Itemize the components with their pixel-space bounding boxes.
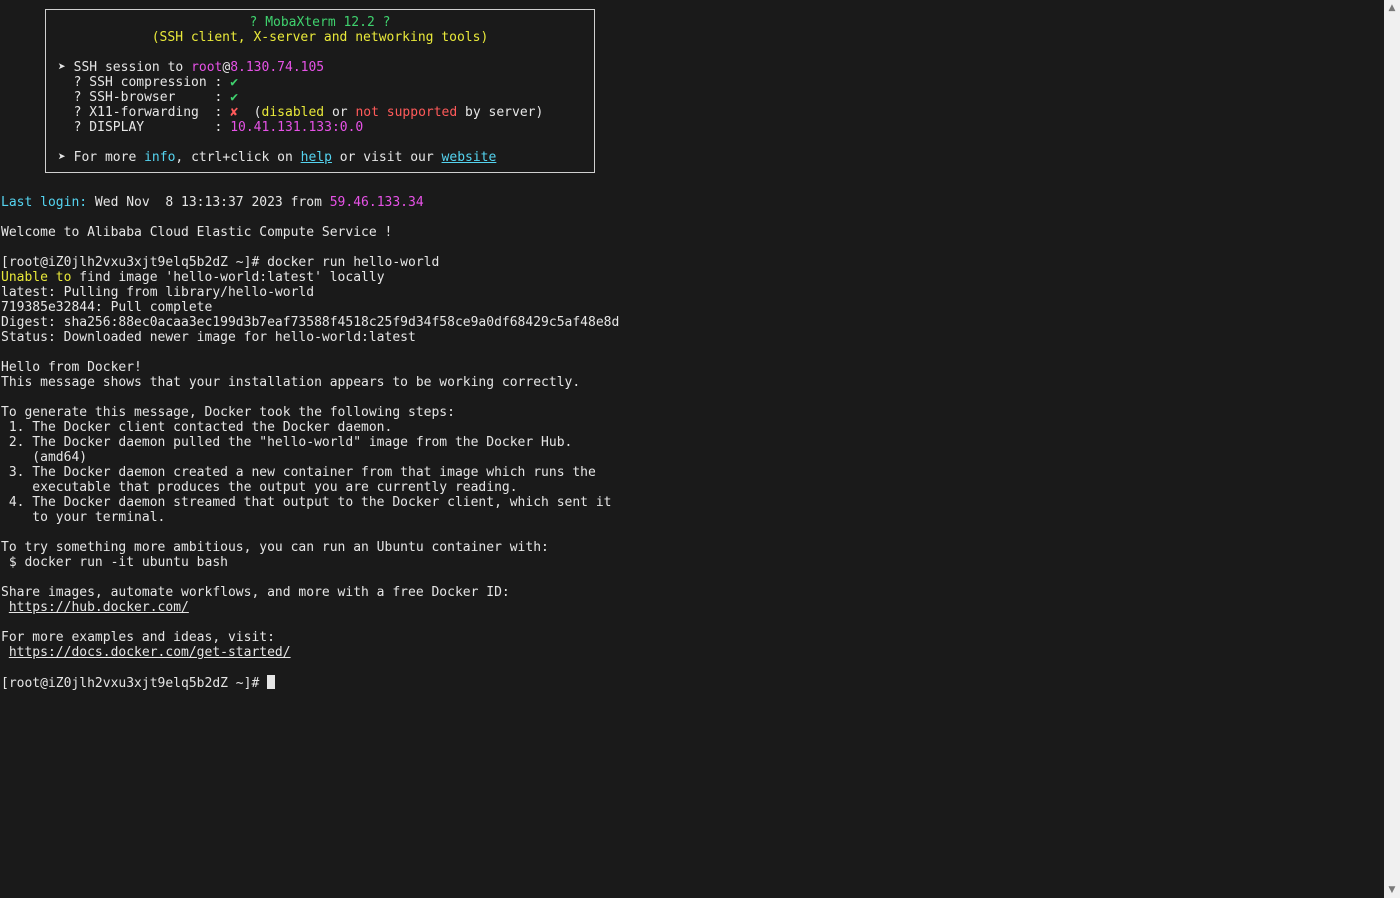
output-line: To generate this message, Docker took th… (1, 405, 455, 420)
x11-disabled: disabled (261, 105, 325, 120)
shell-prompt: [root@iZ0jlh2vxu3xjt9elq5b2dZ ~]# (1, 676, 268, 691)
text-cursor (267, 675, 276, 689)
output-line: latest: Pulling from library/hello-world (1, 285, 315, 300)
display-label: ? DISPLAY : (73, 120, 231, 135)
output-line: This message shows that your installatio… (1, 375, 581, 390)
info-text: info (144, 150, 176, 165)
unable-word: Unable (1, 270, 48, 285)
x11-close: by server) (457, 105, 544, 120)
more-prefix: For more (73, 150, 145, 165)
check-icon: ✔ (230, 75, 239, 90)
help-link[interactable]: help (301, 150, 332, 165)
command-line: [root@iZ0jlh2vxu3xjt9elq5b2dZ ~]# docker… (1, 255, 439, 270)
examples-line: For more examples and ideas, visit: (1, 630, 275, 645)
final-prompt-line[interactable]: [root@iZ0jlh2vxu3xjt9elq5b2dZ ~]# (1, 675, 276, 691)
more-info-line: ➤ For more info, ctrl+click on help or v… (58, 150, 496, 165)
more-mid2: or visit our (331, 150, 442, 165)
unable-rest: find image 'hello-world:latest' locally (71, 270, 385, 285)
last-login-ip: 59.46.133.34 (329, 195, 424, 210)
browser-label: ? SSH-browser : (73, 90, 231, 105)
banner-title: ? MobaXterm 12.2 ? (249, 15, 391, 30)
to-word: to (55, 270, 72, 285)
session-host: 8.130.74.105 (230, 60, 325, 75)
shell-prompt: [root@iZ0jlh2vxu3xjt9elq5b2dZ ~]# (1, 255, 268, 270)
last-login-line: Last login: Wed Nov 8 13:13:37 2023 from… (1, 195, 424, 210)
session-user: root (191, 60, 223, 75)
unable-line: Unable to find image 'hello-world:latest… (1, 270, 385, 285)
x11-not-supported: not supported (355, 105, 458, 120)
output-line: to your terminal. (1, 510, 166, 525)
docs-url-line: https://docs.docker.com/get-started/ (1, 645, 291, 660)
x11-paren-open: ( (238, 105, 262, 120)
output-line: 3. The Docker daemon created a new conta… (1, 465, 596, 480)
x11-or: or (324, 105, 356, 120)
output-line: $ docker run -it ubuntu bash (1, 555, 228, 570)
scrollbar-track[interactable] (1384, 16, 1400, 882)
output-line: executable that produces the output you … (1, 480, 518, 495)
share-line: Share images, automate workflows, and mo… (1, 585, 510, 600)
ssh-browser-line: ? SSH-browser : ✔ (58, 90, 238, 105)
output-line: 2. The Docker daemon pulled the "hello-w… (1, 435, 573, 450)
mobaxterm-banner: ? MobaXterm 12.2 ? (SSH client, X-server… (45, 9, 595, 173)
scroll-up-icon[interactable]: ▲ (1384, 0, 1400, 16)
banner-subtitle: (SSH client, X-server and networking too… (151, 30, 489, 45)
compression-label: ? SSH compression : (73, 75, 231, 90)
x11-label: ? X11-forwarding : (73, 105, 231, 120)
output-line: 719385e32844: Pull complete (1, 300, 213, 315)
command-text: docker run hello-world (267, 255, 440, 270)
last-login-value: Wed Nov 8 13:13:37 2023 from (87, 195, 330, 210)
output-line: Hello from Docker! (1, 360, 142, 375)
display-value: 10.41.131.133:0.0 (230, 120, 364, 135)
last-login-label: Last login: (1, 195, 88, 210)
output-line: Status: Downloaded newer image for hello… (1, 330, 416, 345)
hub-docker-link[interactable]: https://hub.docker.com/ (9, 600, 189, 615)
vertical-scrollbar[interactable]: ▲ ▼ (1384, 0, 1400, 898)
x11-forwarding-line: ? X11-forwarding : ✘ (disabled or not su… (58, 105, 544, 120)
output-line: 4. The Docker daemon streamed that outpu… (1, 495, 612, 510)
output-line: Digest: sha256:88ec0acaa3ec199d3b7eaf735… (1, 315, 620, 330)
scroll-down-icon[interactable]: ▼ (1384, 882, 1400, 898)
output-line: 1. The Docker client contacted the Docke… (1, 420, 393, 435)
check-icon: ✔ (230, 90, 239, 105)
ssh-compression-line: ? SSH compression : ✔ (58, 75, 238, 90)
terminal-window[interactable]: ? MobaXterm 12.2 ? (SSH client, X-server… (0, 0, 1384, 898)
docs-docker-link[interactable]: https://docs.docker.com/get-started/ (9, 645, 291, 660)
arrow-icon: ➤ (58, 60, 66, 75)
more-mid: , ctrl+click on (175, 150, 301, 165)
output-line: To try something more ambitious, you can… (1, 540, 549, 555)
display-line: ? DISPLAY : 10.41.131.133:0.0 (58, 120, 364, 135)
welcome-line: Welcome to Alibaba Cloud Elastic Compute… (1, 225, 393, 240)
cross-icon: ✘ (230, 105, 239, 120)
ssh-session-line: ➤ SSH session to root@8.130.74.105 (58, 60, 324, 75)
website-link[interactable]: website (442, 150, 497, 165)
arrow-icon: ➤ (58, 150, 66, 165)
session-prefix: SSH session to (73, 60, 192, 75)
output-line: (amd64) (1, 450, 88, 465)
hub-url-line: https://hub.docker.com/ (1, 600, 189, 615)
